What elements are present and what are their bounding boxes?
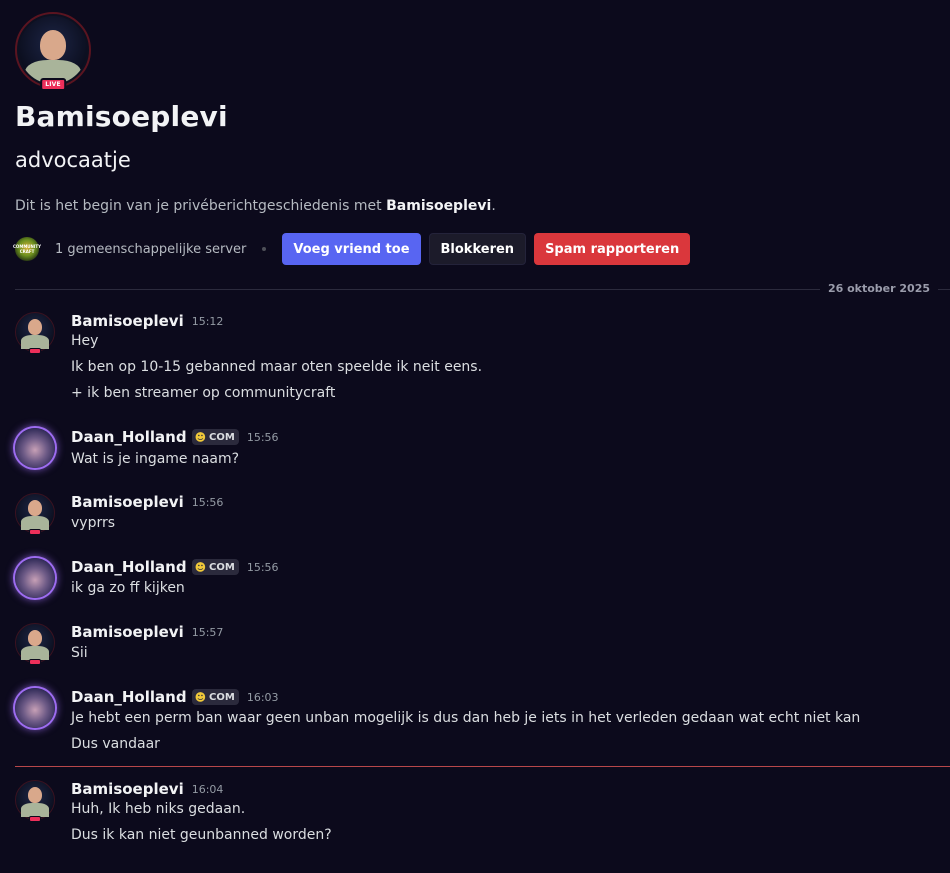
avatar[interactable]	[15, 312, 55, 354]
profile-avatar[interactable]: LIVE	[15, 12, 91, 91]
date-divider: 26 oktober 2025	[15, 282, 950, 296]
author-name[interactable]: Bamisoeplevi	[71, 312, 184, 330]
message-header: Bamisoeplevi 16:04	[71, 779, 223, 799]
separator-dot	[262, 247, 267, 251]
avatar-face	[28, 319, 42, 335]
avatar-face	[28, 787, 42, 803]
intro-name: Bamisoeplevi	[386, 198, 492, 214]
avatar-image	[19, 16, 87, 84]
message-header: Bamisoeplevi 15:56	[71, 492, 223, 512]
message-header: Bamisoeplevi 15:12	[71, 311, 223, 331]
message-timestamp: 16:03	[246, 690, 279, 704]
server-tag-label: COM	[209, 561, 235, 573]
server-tag[interactable]: ☻ COM	[191, 429, 239, 445]
avatar[interactable]	[15, 558, 55, 598]
message-text: Huh, Ik heb niks gedaan.	[71, 801, 246, 817]
avatar[interactable]	[15, 493, 55, 535]
message-text: Dus vandaar	[71, 736, 160, 752]
author-name[interactable]: Bamisoeplevi	[71, 493, 184, 511]
message-text: ik ga zo ff kijken	[71, 580, 185, 596]
live-indicator	[29, 348, 41, 354]
profile-username: advocaatje	[15, 148, 131, 172]
tag-emoji-icon: ☻	[194, 560, 207, 574]
author-name[interactable]: Daan_Holland	[71, 558, 187, 576]
live-badge: LIVE	[40, 78, 66, 91]
intro-suffix: .	[491, 198, 496, 214]
profile-actions: COMMUNITY CRAFT 1 gemeenschappelijke ser…	[13, 233, 698, 265]
message-header: Daan_Holland ☻ COM 15:56	[71, 427, 279, 447]
avatar[interactable]	[15, 780, 55, 822]
date-divider-label: 26 oktober 2025	[819, 282, 938, 296]
author-name[interactable]: Daan_Holland	[71, 428, 187, 446]
dm-intro-text: Dit is het begin van je privéberichtgesc…	[15, 198, 496, 214]
mutual-server-icon[interactable]: COMMUNITY CRAFT	[13, 237, 42, 261]
author-name[interactable]: Daan_Holland	[71, 688, 187, 706]
message-timestamp: 15:56	[191, 495, 224, 509]
server-tag-label: COM	[209, 431, 235, 443]
message-text: Ik ben op 10-15 gebanned maar oten speel…	[71, 359, 483, 375]
avatar-shirt	[21, 646, 49, 660]
message-timestamp: 15:12	[191, 314, 224, 328]
block-button[interactable]: Blokkeren	[428, 233, 527, 265]
avatar-face	[40, 30, 66, 60]
avatar-face	[28, 500, 42, 516]
message-text: Wat is je ingame naam?	[71, 451, 240, 467]
tag-emoji-icon: ☻	[194, 430, 207, 444]
message-text: vyprrs	[71, 515, 116, 531]
message-text: Je hebt een perm ban waar geen unban mog…	[71, 710, 861, 726]
message-header: Daan_Holland ☻ COM 16:03	[71, 687, 279, 707]
message-header: Bamisoeplevi 15:57	[71, 622, 223, 642]
message-timestamp: 16:04	[191, 782, 224, 796]
add-friend-button[interactable]: Voeg vriend toe	[282, 233, 421, 265]
avatar-shirt	[21, 516, 49, 530]
author-name[interactable]: Bamisoeplevi	[71, 623, 184, 641]
message-text: Dus ik kan niet geunbanned worden?	[71, 827, 332, 843]
profile-display-name: Bamisoeplevi	[15, 100, 228, 133]
live-indicator	[29, 816, 41, 822]
message-timestamp: 15:57	[191, 625, 224, 639]
message-timestamp: 15:56	[246, 560, 279, 574]
message-timestamp: 15:56	[246, 430, 279, 444]
server-tag[interactable]: ☻ COM	[191, 559, 239, 575]
report-spam-button[interactable]: Spam rapporteren	[534, 233, 691, 265]
mutual-servers-link[interactable]: 1 gemeenschappelijke server	[55, 242, 246, 257]
avatar[interactable]	[15, 623, 55, 665]
avatar-shirt	[21, 335, 49, 349]
server-icon-label: COMMUNITY CRAFT	[13, 244, 42, 254]
new-messages-divider	[15, 766, 950, 767]
avatar-face	[28, 630, 42, 646]
server-tag-label: COM	[209, 691, 235, 703]
server-tag[interactable]: ☻ COM	[191, 689, 239, 705]
avatar[interactable]	[15, 688, 55, 728]
author-name[interactable]: Bamisoeplevi	[71, 780, 184, 798]
tag-emoji-icon: ☻	[194, 690, 207, 704]
intro-prefix: Dit is het begin van je privéberichtgesc…	[15, 198, 387, 214]
avatar[interactable]	[15, 428, 55, 468]
message-text: Sii	[71, 645, 88, 661]
avatar-shirt	[21, 803, 49, 817]
live-indicator	[29, 529, 41, 535]
message-text: + ik ben streamer op communitycraft	[71, 385, 336, 401]
live-indicator	[29, 659, 41, 665]
message-text: Hey	[71, 333, 99, 349]
message-header: Daan_Holland ☻ COM 15:56	[71, 557, 279, 577]
